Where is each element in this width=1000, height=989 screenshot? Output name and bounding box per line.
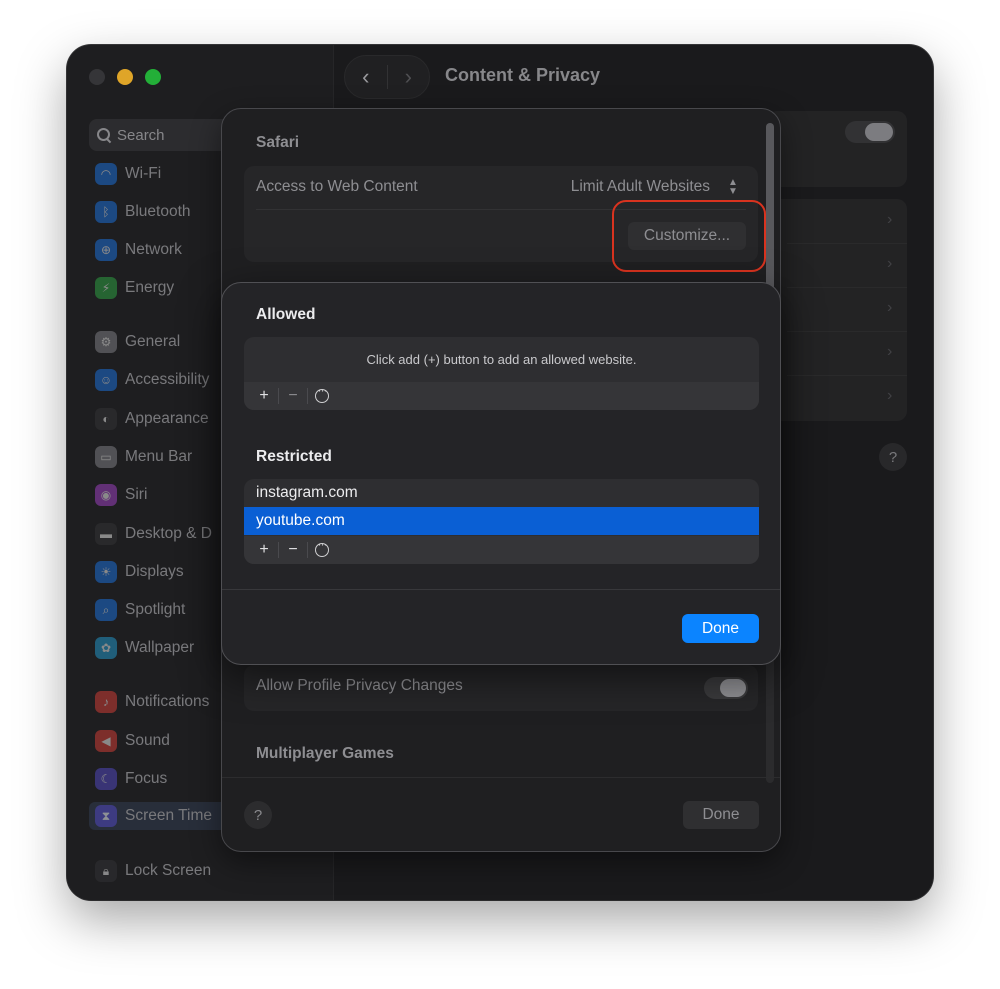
allowed-heading: Allowed [256, 306, 316, 323]
done-button-back-sheet[interactable]: Done [683, 801, 759, 829]
ellipsis-circle-icon [315, 537, 329, 557]
remove-restricted-button[interactable]: − [279, 536, 307, 564]
remove-allowed-button[interactable]: − [279, 382, 307, 410]
allowed-list-toolbar: + − [244, 382, 759, 410]
ellipsis-circle-icon [315, 383, 329, 403]
restricted-list-toolbar: + − [244, 536, 759, 564]
help-button[interactable]: ? [244, 801, 272, 829]
list-item[interactable]: instagram.com [244, 479, 759, 507]
add-allowed-button[interactable]: + [250, 382, 278, 410]
profile-privacy-card: Allow Profile Privacy Changes [244, 665, 758, 711]
multiplayer-games-heading: Multiplayer Games [256, 745, 394, 762]
done-button[interactable]: Done [682, 614, 759, 643]
web-content-value[interactable]: Limit Adult Websites [571, 178, 710, 196]
customize-highlight-annotation [612, 200, 766, 272]
allowed-empty-message: Click add (+) button to add an allowed w… [366, 352, 637, 367]
footer-divider [222, 777, 780, 778]
profile-privacy-label: Allow Profile Privacy Changes [256, 677, 463, 694]
restricted-websites-list[interactable]: instagram.com youtube.com + − [244, 479, 759, 564]
list-item-selected[interactable]: youtube.com [244, 507, 759, 535]
restricted-more-button[interactable] [308, 536, 336, 564]
allowed-more-button[interactable] [308, 382, 336, 410]
restricted-heading: Restricted [256, 448, 332, 465]
safari-heading: Safari [256, 134, 300, 151]
add-restricted-button[interactable]: + [250, 536, 278, 564]
up-down-chevron-icon[interactable]: ▲ ▼ [726, 178, 740, 197]
profile-privacy-toggle[interactable] [704, 677, 748, 699]
website-list-sheet: Allowed Click add (+) button to add an a… [221, 282, 781, 665]
web-content-label: Access to Web Content [256, 178, 418, 195]
footer-divider [222, 589, 780, 590]
allowed-websites-list[interactable]: Click add (+) button to add an allowed w… [244, 337, 759, 410]
